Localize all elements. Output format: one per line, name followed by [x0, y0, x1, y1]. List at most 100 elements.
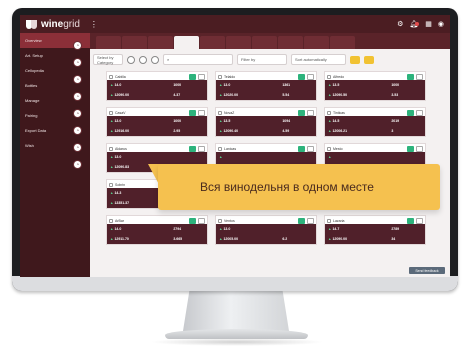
stat-value: 1000	[173, 83, 182, 88]
wine-card-title: Lazaria	[333, 218, 345, 223]
app-logo[interactable]: wine grid	[26, 19, 80, 30]
card-checkbox[interactable]	[327, 218, 331, 223]
up-arrow-icon: ▲	[110, 164, 114, 169]
tab-7[interactable]	[252, 36, 277, 49]
refresh-icon[interactable]	[127, 55, 135, 64]
wine-card[interactable]: CasaV ▲ 13.0 1000 ▲ 12916.00 2.95	[106, 107, 208, 137]
stat-price: ▲ 12020.00	[219, 91, 250, 100]
stat-year: 2789	[391, 225, 422, 234]
stat-price: ▲ 12005.00	[219, 235, 250, 244]
up-arrow-icon: ▲	[328, 227, 332, 232]
delete-icon[interactable]	[198, 145, 205, 152]
edit-icon[interactable]	[407, 109, 414, 116]
edit-icon[interactable]	[407, 217, 414, 224]
card-checkbox[interactable]	[109, 182, 113, 187]
card-checkbox[interactable]	[109, 146, 113, 151]
stat-value: 1094	[282, 119, 291, 124]
card-checkbox[interactable]	[327, 74, 331, 79]
up-arrow-icon: ▲	[110, 92, 114, 97]
sidebar-item-label: Cellopedia	[25, 68, 44, 73]
delete-icon[interactable]	[307, 217, 314, 224]
tab-8[interactable]	[278, 36, 303, 49]
delete-icon[interactable]	[307, 109, 314, 116]
step-circle-icon[interactable]: ◔	[73, 126, 82, 135]
step-circle-icon[interactable]: ◔	[73, 143, 82, 152]
edit-icon[interactable]	[189, 145, 196, 152]
edit-icon[interactable]	[189, 217, 196, 224]
delete-icon[interactable]	[198, 73, 205, 80]
card-checkbox[interactable]	[218, 74, 222, 79]
tab-3[interactable]	[148, 36, 173, 49]
stat-value: 12916.00	[114, 128, 130, 133]
filter-select[interactable]: Filter by	[237, 54, 287, 65]
delete-icon[interactable]	[416, 217, 423, 224]
edit-icon[interactable]	[298, 145, 305, 152]
sort-select[interactable]: Sort automatically	[291, 54, 346, 65]
search-input[interactable]: ⌕	[163, 54, 233, 65]
card-checkbox[interactable]	[327, 146, 331, 151]
tab-6[interactable]	[226, 36, 251, 49]
delete-icon[interactable]	[198, 217, 205, 224]
tab-2[interactable]	[122, 36, 147, 49]
view-list-button[interactable]	[364, 55, 374, 64]
step-circle-icon[interactable]: ◔	[73, 41, 82, 50]
wine-card[interactable]: Lazaria ▲ 14.7 2789 ▲ 12090.00 34	[324, 215, 426, 245]
card-checkbox[interactable]	[109, 110, 113, 115]
card-checkbox[interactable]	[218, 110, 222, 115]
wine-card-title: CasaV	[115, 110, 126, 115]
edit-icon[interactable]	[407, 73, 414, 80]
delete-icon[interactable]	[198, 109, 205, 116]
step-circle-icon[interactable]: ◔	[73, 58, 82, 67]
delete-icon[interactable]	[307, 73, 314, 80]
gear-icon[interactable]: ⚙	[397, 20, 403, 28]
tab-10[interactable]	[330, 36, 355, 49]
wine-card[interactable]: Alfredo ▲ 13.5 1000 ▲ 12090.50 3.53	[324, 71, 426, 101]
edit-icon[interactable]	[298, 73, 305, 80]
edit-icon[interactable]	[298, 217, 305, 224]
ellipsis-icon[interactable]: ⋮	[90, 20, 98, 29]
delete-icon[interactable]	[416, 73, 423, 80]
edit-icon[interactable]	[298, 109, 305, 116]
stat-rating: 3	[391, 127, 422, 136]
sidebar: Overview Art. Setup Cellopedia Bottles M…	[20, 33, 90, 277]
wine-card[interactable]: NovaZ ▲ 13.5 1094 ▲ 12090.40 4.59	[215, 107, 317, 137]
edit-icon[interactable]	[407, 145, 414, 152]
stat-alcohol: ▲	[328, 153, 359, 162]
step-circle-icon[interactable]: ◔	[73, 75, 82, 84]
step-circle-icon[interactable]: ◔	[73, 109, 82, 118]
bell-icon[interactable]: 🔔︎	[409, 20, 420, 28]
edit-icon[interactable]	[189, 73, 196, 80]
monitor-shadow	[150, 338, 324, 346]
clock-icon[interactable]	[139, 55, 147, 64]
wine-card[interactable]: Tinticas ▲ 14.5 2019 ▲ 12006.21 3	[324, 107, 426, 137]
delete-icon[interactable]	[416, 109, 423, 116]
tab-5[interactable]	[200, 36, 225, 49]
step-circle-icon[interactable]: ◔	[73, 92, 82, 101]
card-checkbox[interactable]	[218, 218, 222, 223]
check-icon[interactable]	[151, 55, 159, 64]
view-grid-button[interactable]	[350, 55, 360, 64]
card-checkbox[interactable]	[327, 110, 331, 115]
toolbar: Select by Category ⌕ Filter by Sort auto…	[93, 51, 448, 68]
step-circle-icon[interactable]: ◔	[73, 160, 82, 169]
send-feedback-button[interactable]: Send feedback	[409, 267, 445, 274]
edit-icon[interactable]	[189, 109, 196, 116]
delete-icon[interactable]	[307, 145, 314, 152]
up-arrow-icon: ▲	[110, 83, 114, 88]
tab-1[interactable]	[96, 36, 121, 49]
delete-icon[interactable]	[416, 145, 423, 152]
stat-alcohol: ▲ 14.3	[110, 189, 141, 198]
wine-card[interactable]: Telaldo ▲ 13.0 1361 ▲ 12020.00 5.54	[215, 71, 317, 101]
grid-icon[interactable]: ▦	[425, 20, 432, 28]
card-checkbox[interactable]	[218, 146, 222, 151]
card-checkbox[interactable]	[109, 218, 113, 223]
wine-card[interactable]: Ventos ▲ 13.0 ▲ 12005.00 6.2	[215, 215, 317, 245]
tab-9[interactable]	[304, 36, 329, 49]
stat-price: ▲ 12090.00	[110, 91, 141, 100]
wine-card[interactable]: Cabilla ▲ 14.0 1000 ▲ 12090.00 4.37	[106, 71, 208, 101]
tab-4[interactable]	[174, 36, 199, 49]
category-select[interactable]: Select by Category	[93, 54, 123, 65]
wine-card[interactable]: ArBar ▲ 14.0 2794 ▲ 12911.70 3.665	[106, 215, 208, 245]
user-icon[interactable]: ◉	[438, 20, 444, 28]
card-checkbox[interactable]	[109, 74, 113, 79]
